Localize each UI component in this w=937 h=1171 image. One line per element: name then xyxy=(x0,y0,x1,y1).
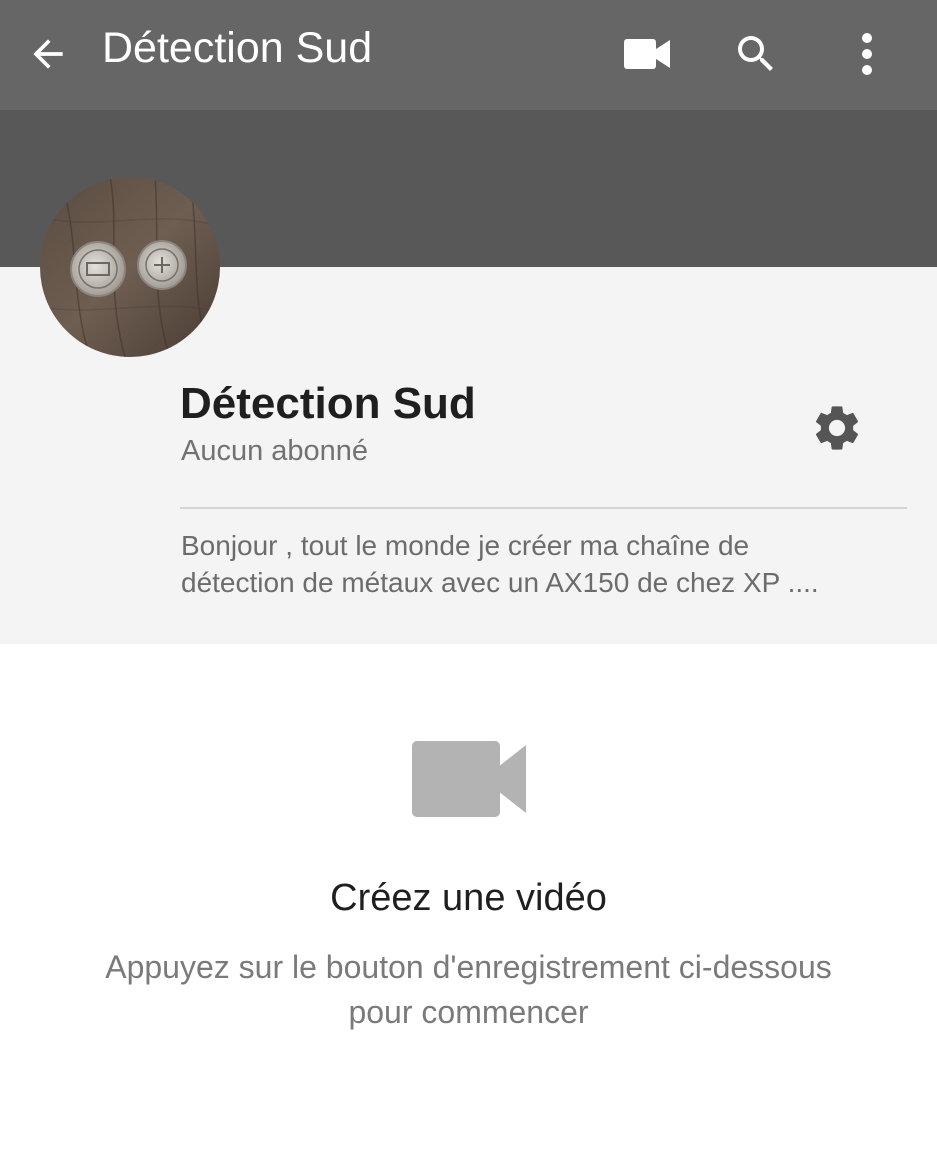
back-button[interactable] xyxy=(22,28,74,80)
arrow-back-icon xyxy=(33,39,63,69)
channel-settings-button[interactable] xyxy=(806,397,868,459)
channel-avatar[interactable] xyxy=(40,177,220,357)
empty-state-subtitle-line: Appuyez sur le bouton d'enregistrement c… xyxy=(105,949,832,985)
subscriber-count: Aucun abonné xyxy=(181,435,369,467)
more-options-button[interactable] xyxy=(839,26,895,82)
divider xyxy=(180,507,907,509)
video-camera-icon xyxy=(412,741,526,817)
app-bar: Détection Sud xyxy=(0,0,937,110)
empty-state-title: Créez une vidéo xyxy=(330,877,607,919)
empty-state-subtitle: Appuyez sur le bouton d'enregistrement c… xyxy=(40,945,897,1035)
video-camera-icon xyxy=(624,39,670,69)
app-bar-title: Détection Sud xyxy=(102,24,373,72)
empty-state-subtitle-line: pour commencer xyxy=(348,994,589,1030)
gear-icon xyxy=(815,406,859,450)
record-video-button[interactable] xyxy=(619,26,675,82)
channel-name: Détection Sud xyxy=(180,379,476,428)
coins-photo xyxy=(40,177,220,357)
search-button[interactable] xyxy=(728,26,784,82)
more-vert-icon xyxy=(862,33,872,75)
description-line: détection de métaux avec un AX150 de che… xyxy=(181,567,819,598)
description-line: Bonjour , tout le monde je créer ma chaî… xyxy=(181,530,750,561)
search-icon xyxy=(738,36,773,71)
channel-description: Bonjour , tout le monde je créer ma chaî… xyxy=(181,527,911,601)
